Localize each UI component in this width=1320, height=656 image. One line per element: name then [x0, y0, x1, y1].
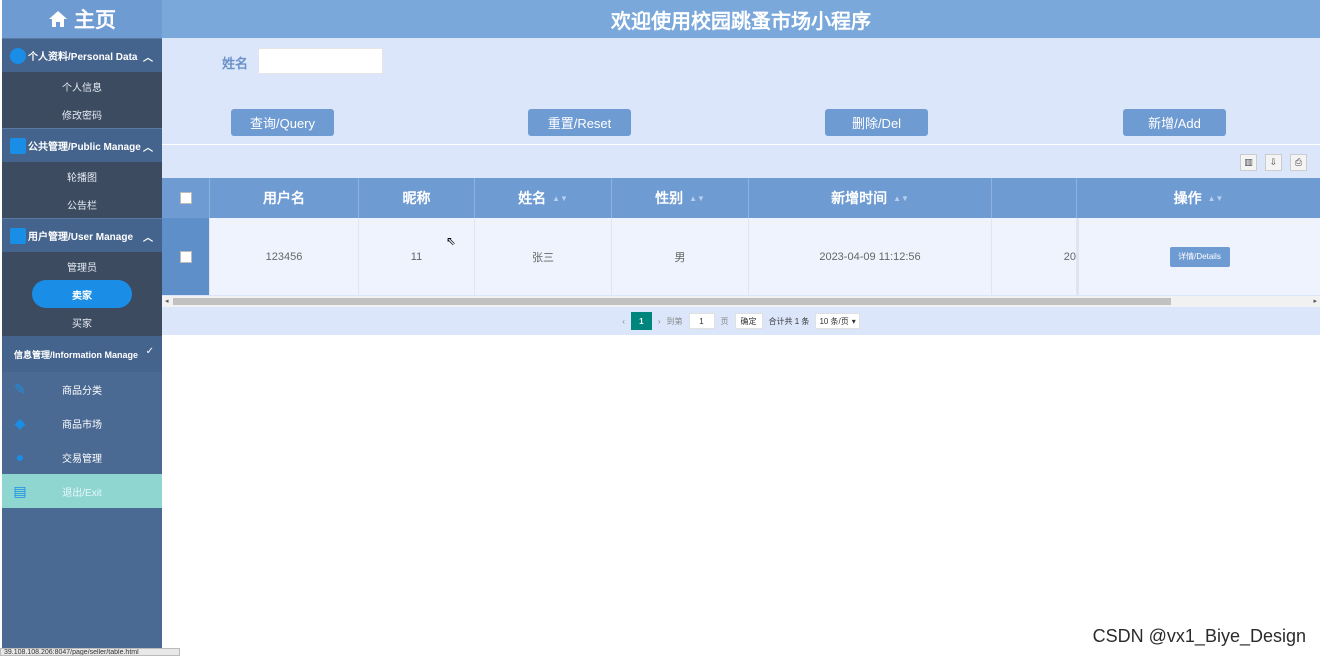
- page-size-select[interactable]: 10 条/页 ▾: [815, 313, 860, 329]
- scroll-right-icon[interactable]: ▸: [1313, 296, 1317, 307]
- group-personal-items: 个人信息 修改密码: [2, 72, 162, 128]
- goto-confirm-button[interactable]: 确定: [734, 313, 763, 329]
- table-header: 用户名 昵称 姓名 ▲▼ 性别 ▲▼ 新增时间 ▲▼ 操作 ▲▼: [162, 178, 1320, 218]
- group-label: 信息管理/Information Manage: [14, 349, 139, 360]
- cell-gender: 男: [612, 218, 749, 295]
- name-label: 姓名: [222, 56, 249, 71]
- print-icon[interactable]: ⎙: [1290, 154, 1307, 171]
- group-public-manage[interactable]: 公共管理/Public Manage ︿: [2, 128, 162, 162]
- chevron-up-icon: ︿: [143, 143, 153, 154]
- table-tools: ▥ ⇩ ⎙: [1240, 154, 1307, 171]
- reset-button[interactable]: 重置/Reset: [528, 109, 631, 136]
- cell-username: 123456: [210, 218, 359, 295]
- columns-icon[interactable]: ▥: [1240, 154, 1257, 171]
- col-actions[interactable]: 操作 ▲▼: [1077, 178, 1320, 218]
- group-label: 公共管理/Public Manage: [28, 142, 141, 153]
- current-page[interactable]: 1: [630, 312, 652, 330]
- table-panel: ▥ ⇩ ⎙ 用户名 昵称 姓名 ▲▼ 性别 ▲▼ 新增时间 ▲▼ 操作 ▲▼ 12345…: [162, 145, 1320, 335]
- list-icon: [10, 137, 26, 154]
- group-information-manage[interactable]: 信息管理/Information Manage ✓: [2, 336, 162, 372]
- col-gender[interactable]: 性别 ▲▼: [612, 178, 749, 218]
- sidebar-item-category[interactable]: ✎ 商品分类: [2, 372, 162, 406]
- total-count: 合计共 1 条: [768, 316, 810, 326]
- search-panel: 姓名 查询/Query 重置/Reset 删除/Del 新增/Add: [162, 38, 1320, 144]
- sort-icon: ▲▼: [689, 193, 705, 203]
- sidebar-item-buyer[interactable]: 买家: [2, 308, 162, 336]
- users-icon: [10, 227, 26, 244]
- header-checkbox-cell: [162, 178, 210, 218]
- group-user-manage[interactable]: 用户管理/User Manage ︿: [2, 218, 162, 252]
- cell-name: 张三: [475, 218, 612, 295]
- sidebar: 主页 个人资料/Personal Data ︿ 个人信息 修改密码 公共管理/P…: [2, 0, 162, 656]
- col-hidden: [992, 178, 1077, 218]
- chevron-down-icon: ▾: [851, 316, 856, 326]
- table-row: 123456 11 张三 男 2023-04-09 11:12:56 20 详情…: [162, 218, 1320, 295]
- cell-nickname: 11: [359, 218, 475, 295]
- sidebar-item-notice[interactable]: 公告栏: [2, 190, 162, 218]
- col-created[interactable]: 新增时间 ▲▼: [749, 178, 992, 218]
- cell-overflow: 20: [992, 218, 1077, 295]
- sidebar-item-admin[interactable]: 管理员: [2, 252, 162, 280]
- sidebar-item-trade[interactable]: ● 交易管理: [2, 440, 162, 474]
- sort-icon: ▲▼: [552, 193, 568, 203]
- name-search-input[interactable]: [258, 48, 383, 74]
- sidebar-item-seller[interactable]: 卖家: [2, 280, 162, 308]
- mouse-cursor-icon: ⇖: [446, 234, 457, 248]
- col-username: 用户名: [210, 178, 359, 218]
- home-icon: [49, 11, 67, 27]
- goto-label: 到第: [666, 316, 683, 326]
- user-icon: [10, 47, 26, 64]
- next-page-icon[interactable]: ›: [658, 317, 661, 326]
- sidebar-item-exit[interactable]: ▤ 退出/Exit: [2, 474, 162, 508]
- group-label: 个人资料/Personal Data: [28, 52, 138, 63]
- page-title: 欢迎使用校园跳蚤市场小程序: [162, 0, 1320, 38]
- col-name[interactable]: 姓名 ▲▼: [475, 178, 612, 218]
- sidebar-item-market[interactable]: ◆ 商品市场: [2, 406, 162, 440]
- col-nickname: 昵称: [359, 178, 475, 218]
- details-button[interactable]: 详情/Details: [1169, 246, 1230, 267]
- sidebar-item-carousel[interactable]: 轮播图: [2, 162, 162, 190]
- group-label: 用户管理/User Manage: [28, 232, 134, 243]
- scroll-thumb[interactable]: [173, 298, 1171, 305]
- chevron-up-icon: ︿: [143, 53, 153, 64]
- group-personal-data[interactable]: 个人资料/Personal Data ︿: [2, 38, 162, 72]
- home-label: 主页: [74, 9, 116, 32]
- prev-page-icon[interactable]: ‹: [622, 317, 625, 326]
- row-checkbox[interactable]: [179, 250, 192, 263]
- scroll-left-icon[interactable]: ◂: [165, 296, 169, 307]
- goto-page-input[interactable]: 1: [688, 313, 715, 329]
- horizontal-scrollbar[interactable]: ◂ ▸: [162, 296, 1320, 307]
- sort-icon: ▲▼: [1207, 193, 1224, 203]
- chevron-up-icon: ︿: [143, 233, 153, 244]
- cell-actions: 详情/Details: [1077, 218, 1320, 295]
- home-link[interactable]: 主页: [2, 0, 162, 38]
- export-icon[interactable]: ⇩: [1265, 154, 1282, 171]
- group-user-items: 管理员 卖家 买家: [2, 252, 162, 336]
- row-checkbox-cell: [162, 218, 210, 295]
- group-public-items: 轮播图 公告栏: [2, 162, 162, 218]
- add-button[interactable]: 新增/Add: [1123, 109, 1226, 136]
- chevron-down-icon: ✓: [145, 346, 154, 357]
- watermark: CSDN @vx1_Biye_Design: [1092, 626, 1306, 646]
- select-all-checkbox[interactable]: [179, 192, 192, 204]
- delete-button[interactable]: 删除/Del: [825, 109, 928, 136]
- sidebar-item-password[interactable]: 修改密码: [2, 100, 162, 128]
- data-table: 用户名 昵称 姓名 ▲▼ 性别 ▲▼ 新增时间 ▲▼ 操作 ▲▼ 123456 11 张…: [162, 178, 1320, 296]
- query-button[interactable]: 查询/Query: [231, 109, 334, 136]
- cell-created: 2023-04-09 11:12:56: [749, 218, 992, 295]
- status-url: 39.108.108.206:8047/page/seller/table.ht…: [0, 648, 180, 656]
- sidebar-item-profile[interactable]: 个人信息: [2, 72, 162, 100]
- page-unit: 页: [720, 316, 729, 326]
- sort-icon: ▲▼: [893, 193, 909, 203]
- pagination: ‹ 1 › 到第 1 页 确定 合计共 1 条 10 条/页 ▾: [162, 307, 1320, 335]
